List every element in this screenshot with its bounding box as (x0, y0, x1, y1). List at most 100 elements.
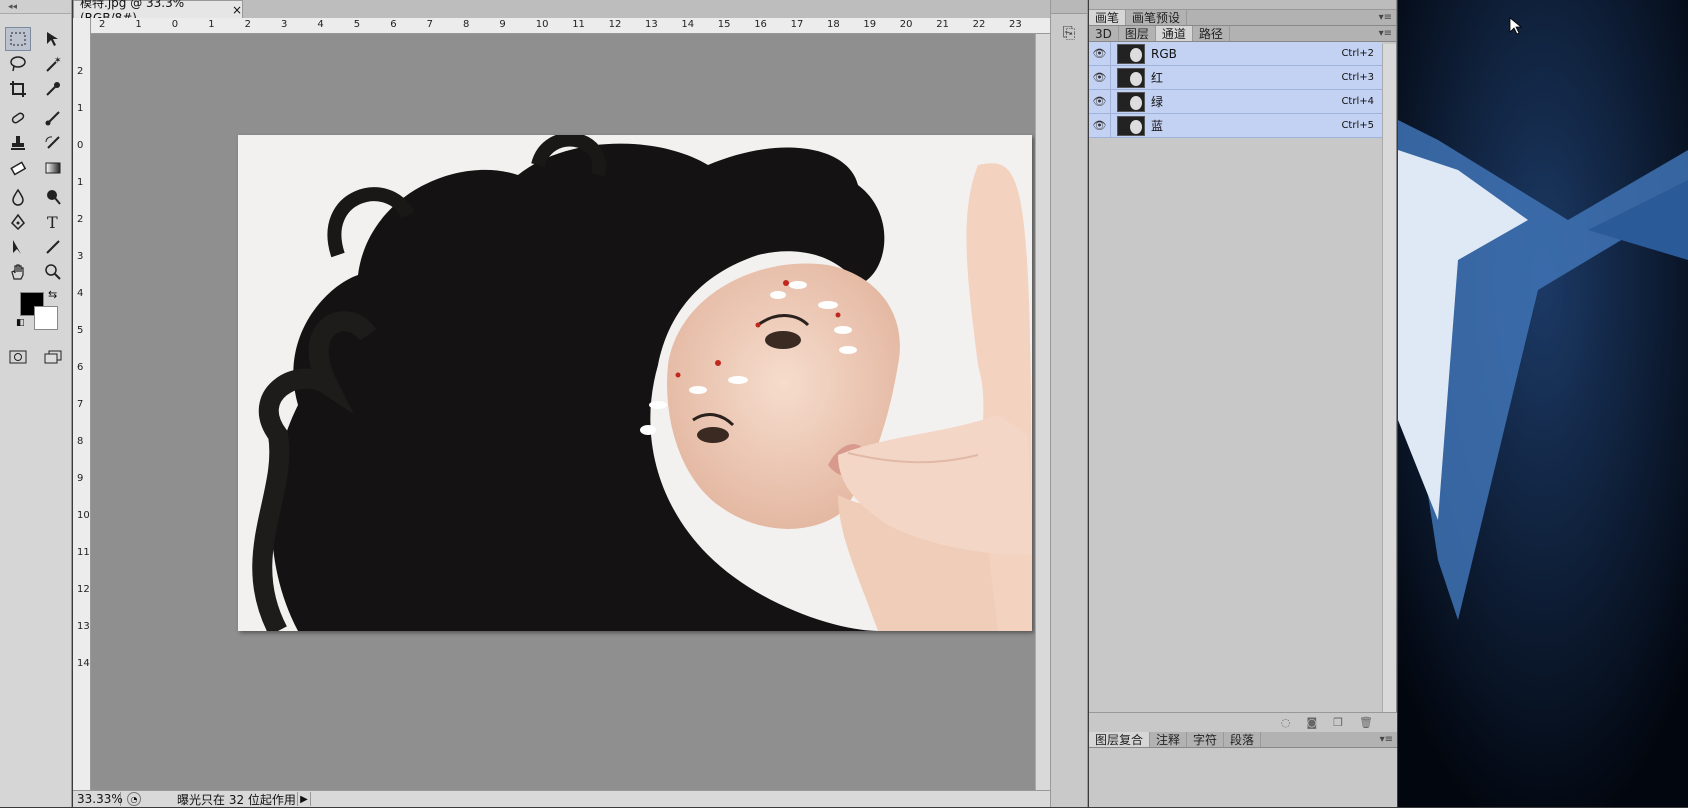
ruler-h-label: 1 (208, 19, 215, 30)
ruler-v-label: 6 (77, 362, 84, 373)
visibility-eye-icon[interactable]: 👁 (1089, 89, 1111, 114)
blur-icon[interactable] (5, 185, 31, 209)
status-message: 曝光只在 32 位起作用 (177, 792, 296, 807)
horizontal-ruler[interactable]: 2 1 0 1 2 3 4 5 6 7 8 9 10 11 12 13 14 15 16 17 18 19 20 21 22 23 (91, 18, 1050, 34)
status-bar: 33.33% ◔ 曝光只在 32 位起作用 ▶ (73, 790, 1050, 807)
move-icon[interactable] (40, 27, 66, 51)
crop-icon[interactable] (5, 77, 31, 101)
channel-name: 蓝 (1151, 119, 1164, 133)
channel-thumbnail (1117, 91, 1145, 112)
line-icon[interactable] (40, 235, 66, 259)
brush-icon[interactable] (40, 106, 66, 130)
visibility-eye-icon[interactable]: 👁 (1089, 41, 1111, 66)
channels-footer: ◌ ◙ ❐ 🗑 (1089, 712, 1397, 732)
tab-3d[interactable]: 3D (1089, 26, 1119, 41)
ruler-v-label: 13 (77, 621, 90, 632)
panel-menu-icon[interactable]: ▾≡ (1379, 26, 1392, 42)
channel-shortcut: Ctrl+4 (1341, 96, 1374, 107)
hand-icon[interactable] (5, 260, 31, 284)
channel-name: 绿 (1151, 95, 1164, 109)
path-selection-icon[interactable] (5, 235, 31, 259)
quick-mask-icon[interactable] (5, 345, 31, 369)
background-color-swatch[interactable] (34, 306, 58, 330)
ruler-h-label: 18 (827, 19, 840, 30)
rectangular-marquee-icon[interactable] (4, 26, 31, 51)
zoom-level-field[interactable]: 33.33% (73, 792, 123, 806)
status-menu-arrow[interactable]: ▶ (297, 792, 311, 806)
load-selection-icon[interactable]: ◌ (1281, 716, 1291, 729)
healing-brush-icon[interactable] (5, 106, 31, 130)
channel-row-red[interactable]: 👁 红 Ctrl+3 (1089, 65, 1382, 90)
channel-thumbnail (1117, 67, 1145, 88)
ruler-v-label: 14 (77, 658, 90, 669)
channels-scrollbar[interactable] (1382, 44, 1396, 712)
bottom-panel-tabs: 图层复合 注释 字符 段落 ▾≡ (1089, 732, 1397, 748)
new-channel-icon[interactable]: ❐ (1333, 716, 1343, 729)
zoom-icon[interactable] (40, 260, 66, 284)
channel-name: RGB (1151, 46, 1177, 61)
ruler-v-label: 3 (77, 251, 84, 262)
visibility-eye-icon[interactable]: 👁 (1089, 113, 1111, 138)
visibility-eye-icon[interactable]: 👁 (1089, 65, 1111, 90)
ruler-h-label: 1 (135, 19, 142, 30)
ruler-v-label: 10 (77, 510, 90, 521)
channel-row-blue[interactable]: 👁 蓝 Ctrl+5 (1089, 113, 1382, 138)
panel-menu-icon[interactable]: ▾≡ (1379, 10, 1392, 26)
channel-thumbnail (1117, 115, 1145, 136)
tab-character[interactable]: 字符 (1187, 732, 1225, 747)
tab-paragraph[interactable]: 段落 (1224, 732, 1262, 747)
desktop-wallpaper (1398, 0, 1688, 807)
tab-channels[interactable]: 通道 (1155, 26, 1193, 41)
tab-brush-presets[interactable]: 画笔预设 (1126, 10, 1188, 25)
brush-panel-tabs: 画笔 画笔预设 ▾≡ (1089, 10, 1396, 26)
save-selection-icon[interactable]: ◙ (1306, 716, 1317, 729)
swap-colors-icon[interactable]: ⇆ (48, 288, 57, 301)
ruler-h-label: 19 (863, 19, 877, 30)
channel-row-rgb[interactable]: 👁 RGB Ctrl+2 (1089, 41, 1382, 66)
clone-stamp-icon[interactable] (5, 131, 31, 155)
pen-icon[interactable] (5, 210, 31, 234)
ruler-h-label: 7 (426, 19, 433, 30)
channel-row-green[interactable]: 👁 绿 Ctrl+4 (1089, 89, 1382, 114)
document-tab[interactable]: 模特.jpg @ 33.3%(RGB/8#) × (73, 0, 243, 25)
vertical-scrollbar[interactable] (1035, 34, 1050, 798)
collapse-icon[interactable]: ◂◂ (8, 2, 17, 12)
ruler-h-label: 0 (171, 19, 179, 30)
eyedropper-icon[interactable] (40, 77, 66, 101)
ruler-v-label: 1 (77, 177, 84, 188)
ruler-h-label: 2 (99, 19, 106, 30)
delete-channel-icon[interactable]: 🗑 (1359, 716, 1373, 729)
ruler-v-label: 9 (77, 473, 84, 484)
dodge-icon[interactable] (40, 185, 66, 209)
panel-menu-icon[interactable]: ▾≡ (1380, 732, 1393, 748)
dock-header[interactable] (1051, 0, 1087, 14)
document-canvas[interactable] (238, 135, 1032, 631)
ruler-h-label: 8 (463, 19, 470, 30)
gradient-icon[interactable] (40, 156, 66, 180)
tab-layers[interactable]: 图层 (1119, 26, 1156, 41)
svg-text:✶: ✶ (54, 56, 62, 66)
ruler-h-label: 14 (681, 19, 695, 30)
magic-wand-icon[interactable]: ✶ (40, 52, 66, 76)
panel-column-header[interactable] (1089, 0, 1396, 10)
tab-paths[interactable]: 路径 (1193, 26, 1230, 41)
info-icon[interactable]: ◔ (127, 792, 141, 806)
history-brush-icon[interactable] (40, 131, 66, 155)
vertical-ruler[interactable]: 2 1 0 1 2 3 4 5 6 7 8 9 10 11 12 13 14 (73, 18, 91, 798)
default-colors-icon[interactable]: ◧ (16, 318, 25, 328)
screen-mode-icon[interactable] (40, 345, 66, 369)
history-panel-icon[interactable]: ⎘ (1055, 20, 1083, 46)
document-window: 模特.jpg @ 33.3%(RGB/8#) × 210123456789101… (73, 0, 1050, 807)
type-icon[interactable]: T (40, 210, 66, 234)
ruler-v-label: 12 (77, 584, 90, 595)
eraser-icon[interactable] (5, 156, 31, 180)
close-icon[interactable]: × (232, 3, 242, 17)
tab-brush[interactable]: 画笔 (1089, 10, 1127, 25)
ruler-h-label: 3 (281, 19, 288, 30)
tab-notes[interactable]: 注释 (1150, 732, 1188, 747)
lasso-icon[interactable] (5, 52, 31, 76)
toolbox-grip[interactable]: ◂◂ (0, 0, 71, 14)
ruler-v-label: 8 (77, 436, 84, 447)
channels-panel-tabs: 3D 图层 通道 路径 ▾≡ (1089, 26, 1396, 42)
tab-layer-comps[interactable]: 图层复合 (1089, 732, 1151, 747)
